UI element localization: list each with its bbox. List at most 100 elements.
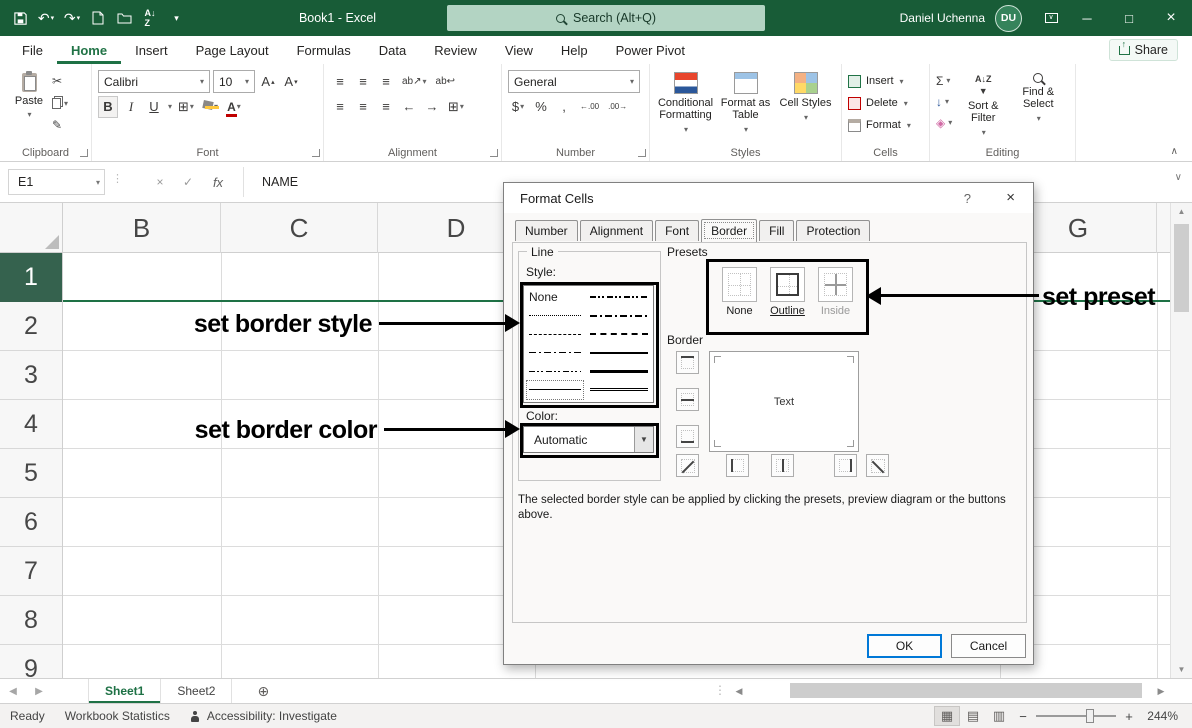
borders-button[interactable]: ⊞▾ xyxy=(175,96,197,118)
cancel-entry-icon[interactable]: × xyxy=(148,169,172,195)
sheet-tab-sheet1[interactable]: Sheet1 xyxy=(88,679,161,703)
sort-filter-button[interactable]: A↓Z▼ Sort & Filter ▾ xyxy=(958,70,1008,146)
qat-customize-chevron-icon[interactable]: ▾ xyxy=(164,5,188,31)
ribbon-display-options-icon[interactable] xyxy=(1036,0,1066,36)
preset-inside-button[interactable]: Inside xyxy=(818,267,853,317)
border-color-select[interactable]: Automatic ▼ xyxy=(523,426,654,453)
dialog-tab-protection[interactable]: Protection xyxy=(796,220,870,241)
dialog-titlebar[interactable]: Format Cells xyxy=(504,183,1033,213)
preset-outline-button[interactable]: Outline xyxy=(770,267,805,317)
tab-home[interactable]: Home xyxy=(57,36,121,64)
horizontal-scroll-thumb[interactable] xyxy=(790,683,1142,698)
line-style-medium[interactable] xyxy=(588,344,650,363)
cancel-button[interactable]: Cancel xyxy=(951,634,1026,658)
align-center-button[interactable]: ≡ xyxy=(353,96,373,118)
bold-button[interactable]: B xyxy=(98,96,118,118)
share-button[interactable]: Share xyxy=(1109,39,1178,61)
workbook-statistics-button[interactable]: Workbook Statistics xyxy=(55,704,180,728)
zoom-slider-thumb[interactable] xyxy=(1086,709,1094,723)
zoom-in-icon[interactable]: + xyxy=(1118,709,1140,724)
insert-cells-button[interactable]: Insert▾ xyxy=(848,70,923,92)
fill-color-button[interactable]: ▾ xyxy=(200,96,221,118)
zoom-level[interactable]: 244% xyxy=(1140,709,1192,723)
italic-button[interactable]: I xyxy=(121,96,141,118)
sheet-nav-right-icon[interactable]: ▶ xyxy=(26,679,52,703)
row-header-4[interactable]: 4 xyxy=(0,400,62,449)
align-left-button[interactable]: ≡ xyxy=(330,96,350,118)
accounting-format-button[interactable]: $▾ xyxy=(508,96,528,118)
font-color-button[interactable]: A▾ xyxy=(224,96,244,118)
decrease-decimal-button[interactable]: .00→ xyxy=(605,96,630,118)
line-style-double[interactable] xyxy=(588,381,650,400)
border-diagonal-down-button[interactable] xyxy=(866,454,889,477)
tab-help[interactable]: Help xyxy=(547,36,602,64)
format-as-table-button[interactable]: Format as Table ▾ xyxy=(716,69,775,145)
border-inner-horizontal-button[interactable] xyxy=(676,388,699,411)
border-diagonal-up-button[interactable] xyxy=(676,454,699,477)
page-break-view-icon[interactable]: ▥ xyxy=(986,706,1012,726)
line-style-dotted[interactable] xyxy=(527,307,583,326)
undo-icon[interactable]: ↶▾ xyxy=(34,5,58,31)
border-top-button[interactable] xyxy=(676,351,699,374)
line-style-medium-dash-dot-dot[interactable] xyxy=(588,288,650,307)
underline-button[interactable]: U xyxy=(144,96,164,118)
row-header-1[interactable]: 1 xyxy=(0,253,62,302)
close-button[interactable]: × xyxy=(1150,0,1192,36)
increase-decimal-button[interactable]: ←.00 xyxy=(577,96,602,118)
scroll-down-icon[interactable]: ▼ xyxy=(1171,661,1192,678)
tab-power-pivot[interactable]: Power Pivot xyxy=(602,36,699,64)
name-box[interactable]: E1 ▾ xyxy=(8,169,105,195)
row-header-5[interactable]: 5 xyxy=(0,449,62,498)
align-middle-button[interactable]: ≡ xyxy=(353,71,373,93)
tab-page-layout[interactable]: Page Layout xyxy=(182,36,283,64)
border-left-button[interactable] xyxy=(726,454,749,477)
sheet-tab-sheet2[interactable]: Sheet2 xyxy=(161,679,232,703)
dialog-close-icon[interactable]: × xyxy=(1006,189,1015,206)
tab-insert[interactable]: Insert xyxy=(121,36,182,64)
comma-style-button[interactable]: , xyxy=(554,96,574,118)
scroll-left-icon[interactable]: ◀ xyxy=(730,686,748,697)
new-sheet-icon[interactable]: ⊕ xyxy=(246,679,280,703)
row-header-3[interactable]: 3 xyxy=(0,351,62,400)
autosum-button[interactable]: Σ▾ xyxy=(936,70,952,91)
clear-button[interactable]: ◈▾ xyxy=(936,112,952,133)
tab-review[interactable]: Review xyxy=(420,36,491,64)
find-select-button[interactable]: Find & Select ▾ xyxy=(1014,70,1062,146)
align-bottom-button[interactable]: ≡ xyxy=(376,71,396,93)
tab-scroll-splitter[interactable]: ⋮ xyxy=(714,683,726,697)
row-header-9[interactable]: 9 xyxy=(0,645,62,678)
tab-view[interactable]: View xyxy=(491,36,547,64)
row-header-2[interactable]: 2 xyxy=(0,302,62,351)
clipboard-dialog-launcher-icon[interactable] xyxy=(80,149,88,157)
name-box-splitter[interactable]: ⋮ xyxy=(112,172,117,192)
line-style-medium-dash-dot[interactable] xyxy=(588,307,650,326)
enter-entry-icon[interactable]: ✓ xyxy=(176,169,200,195)
paste-button[interactable]: Paste ▾ xyxy=(6,69,52,141)
dialog-tab-fill[interactable]: Fill xyxy=(759,220,794,241)
font-size-select[interactable]: 10▾ xyxy=(213,70,255,93)
cut-button[interactable]: ✂ xyxy=(52,71,78,91)
dialog-tab-font[interactable]: Font xyxy=(655,220,699,241)
number-format-select[interactable]: General▾ xyxy=(508,70,640,93)
dialog-tab-border[interactable]: Border xyxy=(701,219,757,242)
line-style-none[interactable]: None xyxy=(527,288,583,307)
line-style-dash-dot[interactable] xyxy=(527,344,583,363)
dialog-tab-number[interactable]: Number xyxy=(515,220,578,241)
maximize-button[interactable]: □ xyxy=(1108,0,1150,36)
horizontal-scrollbar[interactable]: ◀ ▶ xyxy=(730,679,1170,703)
conditional-formatting-button[interactable]: Conditional Formatting ▾ xyxy=(656,69,715,145)
accessibility-button[interactable]: Accessibility: Investigate xyxy=(180,704,347,728)
formula-bar-content[interactable]: NAME xyxy=(262,169,298,195)
sheet-nav-left-icon[interactable]: ◀ xyxy=(0,679,26,703)
zoom-out-icon[interactable]: − xyxy=(1012,709,1034,724)
delete-cells-button[interactable]: Delete▾ xyxy=(848,92,923,114)
normal-view-icon[interactable]: ▦ xyxy=(934,706,960,726)
merge-center-button[interactable]: ⊞▾ xyxy=(445,96,467,118)
insert-function-icon[interactable]: fx xyxy=(206,169,230,195)
line-style-thick[interactable] xyxy=(588,362,650,381)
border-bottom-button[interactable] xyxy=(676,425,699,448)
border-inner-vertical-button[interactable] xyxy=(771,454,794,477)
line-style-dash-dot-dot[interactable] xyxy=(527,362,583,381)
select-all-corner[interactable] xyxy=(0,203,63,253)
new-workbook-icon[interactable] xyxy=(86,5,110,31)
